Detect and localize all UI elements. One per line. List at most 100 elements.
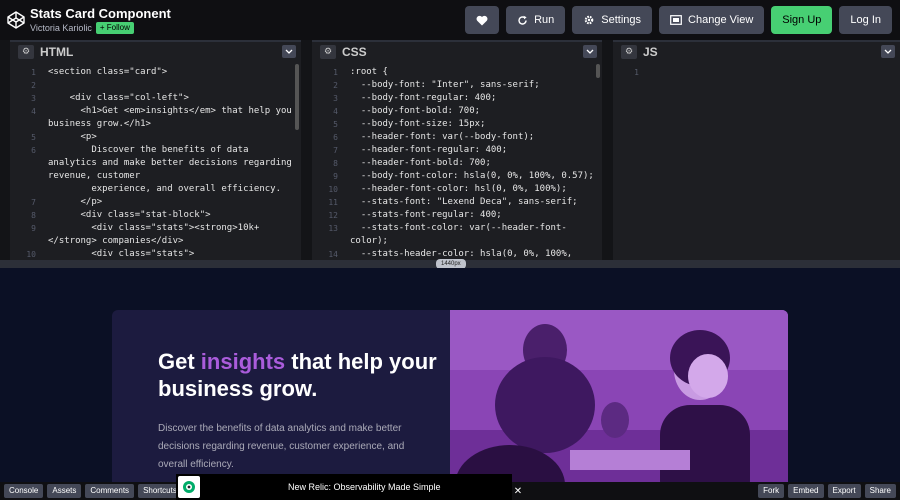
html-collapse-chevron-icon[interactable] [282,45,296,58]
line-number: 2 [333,81,338,90]
embed-button[interactable]: Embed [788,484,824,498]
code-line: Discover the benefits of data [48,145,249,155]
js-editor-pane: ⚙ JS 1 [613,40,900,260]
line-number [10,118,40,131]
code-line: experience, and overall efficiency. [48,184,281,194]
card-heading: Get insights that help your business gro… [158,348,438,402]
code-line: :root { [350,67,388,77]
line-number [312,235,342,248]
code-line: color); [350,236,388,246]
follow-button[interactable]: + Follow [95,22,134,34]
pen-title: Stats Card Component [30,6,171,21]
js-code-area[interactable]: 1 [613,62,900,260]
card-photo-office-women [450,310,788,482]
css-line-numbers: 1 2 3 4 5 6 7 8 9 10 11 12 13 14 [312,66,342,260]
author-link[interactable]: Victoria Kariolic [30,23,92,33]
code-line: <div class="stat-block"> [48,210,211,220]
code-line: business grow.</h1> [48,119,151,129]
code-line: <section class="card"> [48,67,168,77]
login-button[interactable]: Log In [839,6,892,34]
ad-text: New Relic: Observability Made Simple [288,482,441,492]
change-view-label: Change View [688,14,754,26]
line-number: 2 [31,81,36,90]
line-number: 4 [333,107,338,116]
code-line: --body-font-color: hsla(0, 0%, 100%, 0.5… [350,171,594,181]
js-editor-label: JS [643,45,658,59]
html-source[interactable]: <section class="card"> <div class="col-l… [48,66,293,260]
codepen-logo-icon[interactable] [5,9,27,31]
code-line: --header-font-regular: 400; [350,145,508,155]
code-line: revenue, customer [48,171,141,181]
code-line: --stats-font: "Lexend Deca", sans-serif; [350,197,578,207]
css-editor-header: ⚙ CSS [312,40,602,62]
line-number: 5 [333,120,338,129]
code-line: analytics and make better decisions rega… [48,158,292,168]
gear-icon [584,15,594,25]
code-line: --stats-font-color: var(--header-font- [350,223,567,233]
css-editor-pane: ⚙ CSS 1 2 3 4 5 6 7 8 9 10 11 12 13 14 :root { --body… [312,40,602,260]
heading-emphasis: insights [200,349,286,374]
sponsor-ad-banner[interactable]: New Relic: Observability Made Simple [176,474,512,500]
line-number [10,235,40,248]
card-paragraph: Discover the benefits of data analytics … [158,423,405,470]
heart-icon [476,15,488,25]
line-number: 3 [31,94,36,103]
line-number: 5 [31,133,36,142]
run-button[interactable]: Run [506,6,566,34]
assets-button[interactable]: Assets [47,484,82,498]
share-button[interactable]: Share [864,484,896,498]
header-actions: Run Settings Change View Sign Up Log In [465,6,892,34]
css-editor-label: CSS [342,45,367,59]
line-number: 8 [31,211,36,220]
code-line: --header-font-bold: 700; [350,158,491,168]
line-number: 11 [328,198,338,207]
line-number: 4 [31,107,36,116]
line-number: 9 [333,172,338,181]
code-line: --stats-header-color: hsla(0, 0%, 100%, [350,249,573,259]
html-settings-gear-icon[interactable]: ⚙ [18,45,34,59]
line-number: 14 [328,250,338,259]
export-button[interactable]: Export [827,484,861,498]
code-line: </strong> companies</div> [48,236,184,246]
code-line: <div class="col-left"> [48,93,189,103]
code-line: <h1>Get <em>insights</em> that help your [48,106,294,116]
html-editor-header: ⚙ HTML [10,40,301,62]
line-number: 7 [31,198,36,207]
like-button[interactable] [465,6,500,34]
pen-title-block: Stats Card Component Victoria Kariolic +… [30,6,171,34]
ad-close-icon[interactable]: ✕ [512,486,524,498]
js-collapse-chevron-icon[interactable] [881,45,895,58]
js-settings-gear-icon[interactable]: ⚙ [621,45,637,59]
pen-title-text: Stats Card Component [30,6,171,21]
css-collapse-chevron-icon[interactable] [583,45,597,58]
settings-label: Settings [601,14,642,26]
top-bar: Stats Card Component Victoria Kariolic +… [0,0,900,40]
console-button[interactable]: Console [4,484,44,498]
line-number: 3 [333,94,338,103]
line-number: 9 [31,224,36,233]
js-line-numbers: 1 [613,66,643,79]
css-settings-gear-icon[interactable]: ⚙ [320,45,336,59]
html-scrollbar[interactable] [295,64,299,130]
html-code-area[interactable]: 1 2 3 4 5 6 7 8 9 10 <section class="card"> <div … [10,62,301,260]
code-line: <div class="stats"><strong>10k+ [48,223,260,233]
signup-button[interactable]: Sign Up [771,6,833,34]
code-line: --body-font: "Inter", sans-serif; [350,80,540,90]
comments-button[interactable]: Comments [85,484,135,498]
line-number: 6 [333,133,338,142]
heading-pre: Get [158,349,201,374]
js-source[interactable] [651,66,892,79]
line-number: 10 [26,250,36,259]
line-number: 12 [328,211,338,220]
refresh-icon [518,15,527,25]
css-source[interactable]: :root { --body-font: "Inter", sans-serif… [350,66,594,260]
line-number: 7 [333,146,338,155]
fork-button[interactable]: Fork [758,484,785,498]
change-view-button[interactable]: Change View [659,6,765,34]
css-code-area[interactable]: 1 2 3 4 5 6 7 8 9 10 11 12 13 14 :root { --body-font:… [312,62,602,260]
css-scrollbar[interactable] [596,64,600,78]
line-number: 1 [31,68,36,77]
settings-button[interactable]: Settings [572,6,653,34]
editor-area: ⚙ HTML 1 2 3 4 5 6 7 8 9 10 <section class="card"… [0,40,900,260]
